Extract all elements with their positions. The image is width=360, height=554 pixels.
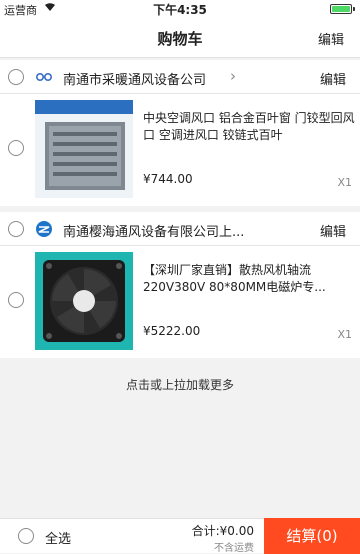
total-amount: 合计:¥0.00 (191, 524, 254, 538)
cart-item[interactable]: 【深圳厂家直销】散热风机轴流220V380V 80*80MM电磁炉专... ¥5… (0, 246, 360, 358)
item-title[interactable]: 【深圳厂家直销】散热风机轴流220V380V 80*80MM电磁炉专... (143, 262, 355, 296)
battery-icon (330, 4, 355, 14)
shop-name[interactable]: 南通市采暖通风设备公司 (63, 69, 206, 88)
status-bar: 运营商 下午4:35 (0, 0, 360, 18)
checkout-bar: 全选 合计:¥0.00 不含运费 结算(0) (0, 518, 360, 554)
load-more-link[interactable]: 点击或上拉加载更多 (0, 376, 360, 393)
status-time: 下午4:35 (153, 3, 207, 17)
select-all-radio[interactable] (18, 528, 34, 544)
shop-edit-button[interactable]: 编辑 (320, 69, 346, 88)
shop-logo-icon (35, 68, 53, 86)
chevron-right-icon[interactable]: › (230, 67, 236, 85)
shop-group: 南通市采暖通风设备公司 › 编辑 中央空调风口 铝合金百叶窗 门铰型回风口 空调… (0, 60, 360, 206)
page-title: 购物车 (157, 30, 203, 48)
shop-header: 南通樱海通风设备有限公司上... 编辑 (0, 212, 360, 246)
shop-header: 南通市采暖通风设备公司 › 编辑 (0, 60, 360, 94)
item-quantity: X1 (337, 176, 352, 189)
select-all-label[interactable]: 全选 (45, 528, 71, 547)
product-image[interactable] (35, 100, 133, 198)
shop-select-radio[interactable] (8, 69, 24, 85)
shop-logo-icon (35, 220, 53, 238)
edit-button[interactable]: 编辑 (318, 29, 344, 48)
shop-select-radio[interactable] (8, 221, 24, 237)
item-title[interactable]: 中央空调风口 铝合金百叶窗 门铰型回风口 空调进风口 铰链式百叶 (143, 110, 355, 144)
shop-name[interactable]: 南通樱海通风设备有限公司上... (63, 221, 244, 240)
item-select-radio[interactable] (8, 140, 24, 156)
shop-edit-button[interactable]: 编辑 (320, 221, 346, 240)
product-image[interactable] (35, 252, 133, 350)
item-quantity: X1 (337, 328, 352, 341)
item-price: ¥744.00 (143, 172, 193, 186)
cart-item[interactable]: 中央空调风口 铝合金百叶窗 门铰型回风口 空调进风口 铰链式百叶 ¥744.00… (0, 94, 360, 206)
shipping-note: 不含运费 (214, 543, 254, 554)
item-price: ¥5222.00 (143, 324, 201, 338)
shop-group: 南通樱海通风设备有限公司上... 编辑 【深圳厂家直销】散热风机轴流220V38… (0, 212, 360, 358)
nav-bar: 购物车 编辑 (0, 18, 360, 58)
checkout-button[interactable]: 结算(0) (264, 518, 360, 554)
item-select-radio[interactable] (8, 292, 24, 308)
